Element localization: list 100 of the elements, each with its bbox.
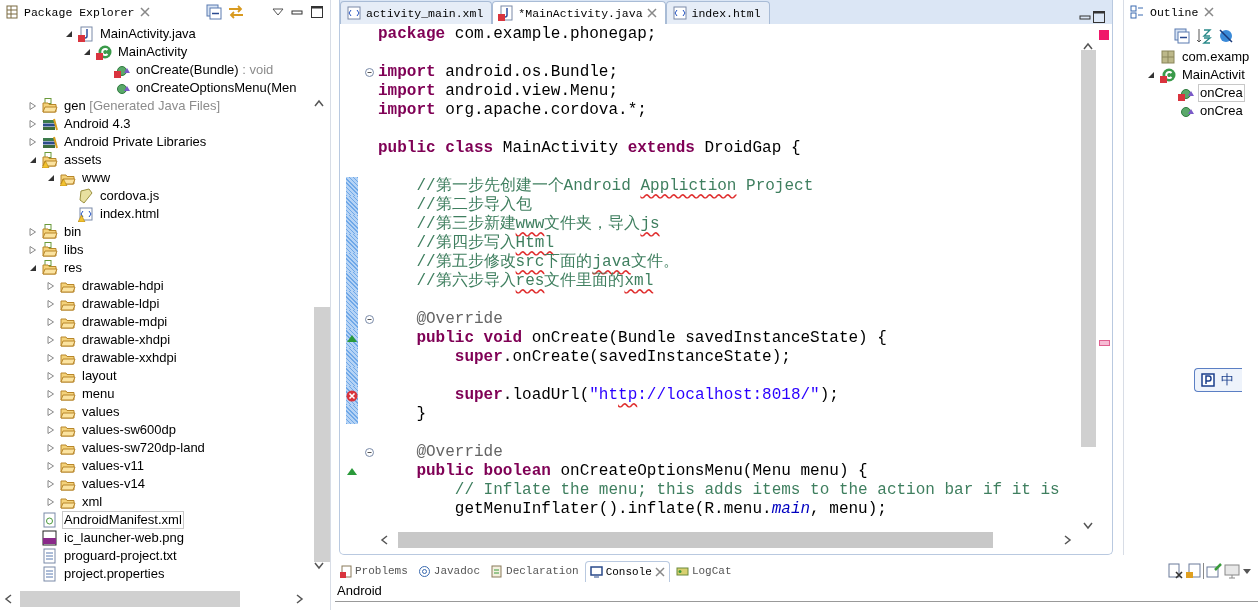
collapse-arrow-icon[interactable] <box>29 156 37 164</box>
tree-item[interactable]: values-v11 <box>80 457 146 475</box>
console-tab[interactable]: Javadoc <box>413 561 485 581</box>
tree-item[interactable]: gen [Generated Java Files] <box>62 97 223 115</box>
error-overview-marker[interactable] <box>1099 30 1109 40</box>
code-line: getMenuInflater().inflate(R.menu.main, menu); <box>453 500 888 519</box>
tree-item[interactable]: values <box>80 403 122 421</box>
tree-item[interactable]: project.properties <box>62 565 167 583</box>
tree-item[interactable]: assets <box>62 151 104 169</box>
sort-icon <box>1196 28 1212 44</box>
scrollbar-thumb[interactable] <box>20 591 240 607</box>
scrollbar-thumb[interactable] <box>398 532 993 548</box>
editor-tab[interactable]: *MainActivity.java <box>492 1 666 24</box>
code-line: import android.os.Bundle; <box>378 63 620 82</box>
tree-item[interactable]: values-v14 <box>80 475 147 493</box>
expand-arrow-icon[interactable] <box>47 372 55 380</box>
maximize-icon <box>310 5 324 19</box>
fold-icon[interactable] <box>365 448 374 457</box>
expand-arrow-icon[interactable] <box>29 120 37 128</box>
expand-arrow-icon[interactable] <box>29 102 37 110</box>
expand-arrow-icon[interactable] <box>47 300 55 308</box>
console-tab[interactable]: Console <box>584 560 670 582</box>
scroll-up-icon <box>1083 42 1093 50</box>
tree-item[interactable]: MainActivity.java <box>98 25 198 43</box>
expand-arrow-icon[interactable] <box>47 336 55 344</box>
clear-console-icon <box>1167 563 1183 579</box>
link-arrows-icon <box>228 4 244 20</box>
outline-icon <box>1130 5 1144 19</box>
tree-item[interactable]: values-sw720dp-land <box>80 439 207 457</box>
tree-item[interactable]: com.examp <box>1180 48 1252 66</box>
tree-item[interactable]: Android 4.3 <box>62 115 133 133</box>
expand-arrow-icon[interactable] <box>47 318 55 326</box>
expand-arrow-icon[interactable] <box>29 138 37 146</box>
tree-item[interactable]: drawable-hdpi <box>80 277 166 295</box>
tree-item[interactable]: layout <box>80 367 119 385</box>
close-icon <box>654 566 665 577</box>
view-title[interactable]: Package Explorer <box>24 5 135 19</box>
tree-item[interactable]: MainActivit <box>1180 66 1247 84</box>
tree-item[interactable]: ic_launcher-web.png <box>62 529 186 547</box>
tree-item[interactable]: drawable-ldpi <box>80 295 162 313</box>
close-icon <box>140 7 151 17</box>
tree-item[interactable]: xml <box>80 493 105 511</box>
expand-arrow-icon[interactable] <box>29 228 37 236</box>
tree-item[interactable]: res <box>62 259 85 277</box>
tree-item[interactable]: onCreate(Bundle) : void <box>134 61 276 79</box>
tree-item[interactable]: www <box>80 169 113 187</box>
fold-icon[interactable] <box>365 315 374 324</box>
collapse-arrow-icon[interactable] <box>65 30 73 38</box>
tree-item[interactable]: onCrea <box>1198 84 1245 102</box>
console-tab[interactable]: Declaration <box>486 561 583 581</box>
tree-item[interactable]: onCrea <box>1198 102 1245 120</box>
collapse-arrow-icon[interactable] <box>29 264 37 272</box>
tree-item[interactable]: AndroidManifest.xml <box>62 511 184 529</box>
scrollbar-thumb[interactable] <box>314 307 330 562</box>
ime-toolbar[interactable]: 中 <box>1194 368 1242 392</box>
expand-arrow-icon[interactable] <box>47 354 55 362</box>
expand-arrow-icon[interactable] <box>29 246 37 254</box>
expand-arrow-icon[interactable] <box>47 408 55 416</box>
tree-item[interactable]: menu <box>80 385 117 403</box>
maximize-icon <box>1092 10 1106 24</box>
expand-arrow-icon[interactable] <box>47 480 55 488</box>
view-title[interactable]: Outline <box>1150 5 1199 19</box>
ime-mode-label[interactable]: 中 <box>1221 371 1234 389</box>
tree-item[interactable]: proguard-project.txt <box>62 547 179 565</box>
code-line: public void onCreate(Bundle savedInstanceState) { <box>415 329 888 348</box>
scrollbar-thumb[interactable] <box>1080 50 1096 447</box>
editor-tab[interactable]: activity_main.xml <box>340 1 493 24</box>
expand-arrow-icon[interactable] <box>47 462 55 470</box>
expand-arrow-icon[interactable] <box>47 498 55 506</box>
console-tab[interactable]: Problems <box>335 561 412 581</box>
scroll-down-icon <box>314 562 324 570</box>
code-line: } <box>415 405 427 424</box>
tree-item[interactable]: index.html <box>98 205 162 223</box>
tree-item[interactable]: Android Private Libraries <box>62 133 209 151</box>
console-tab[interactable]: LogCat <box>671 561 736 581</box>
tree-item[interactable]: bin <box>62 223 84 241</box>
view-menu-icon <box>272 7 284 17</box>
expand-arrow-icon[interactable] <box>47 444 55 452</box>
tree-item[interactable]: cordova.js <box>98 187 162 205</box>
override-marker-icon <box>347 468 357 475</box>
package-explorer-icon <box>6 5 18 19</box>
scroll-left-icon <box>380 535 388 545</box>
collapse-arrow-icon[interactable] <box>47 174 55 182</box>
tree-item[interactable]: drawable-mdpi <box>80 313 170 331</box>
tree-item[interactable]: onCreateOptionsMenu(Men <box>134 79 299 97</box>
tree-item[interactable]: drawable-xxhdpi <box>80 349 179 367</box>
tree-item[interactable]: MainActivity <box>116 43 190 61</box>
code-line: // Inflate the menu; this adds items to the action bar if it is <box>453 481 1061 500</box>
override-marker-icon <box>347 335 357 342</box>
tree-item[interactable]: drawable-xhdpi <box>80 331 173 349</box>
expand-arrow-icon[interactable] <box>47 426 55 434</box>
close-icon <box>646 8 657 18</box>
collapse-arrow-icon[interactable] <box>83 48 91 56</box>
expand-arrow-icon[interactable] <box>47 390 55 398</box>
tree-item[interactable]: values-sw600dp <box>80 421 178 439</box>
expand-arrow-icon[interactable] <box>47 282 55 290</box>
collapse-arrow-icon[interactable] <box>1147 71 1155 79</box>
fold-icon[interactable] <box>365 68 374 77</box>
tree-item[interactable]: libs <box>62 241 86 259</box>
editor-tab[interactable]: index.html <box>665 1 770 24</box>
